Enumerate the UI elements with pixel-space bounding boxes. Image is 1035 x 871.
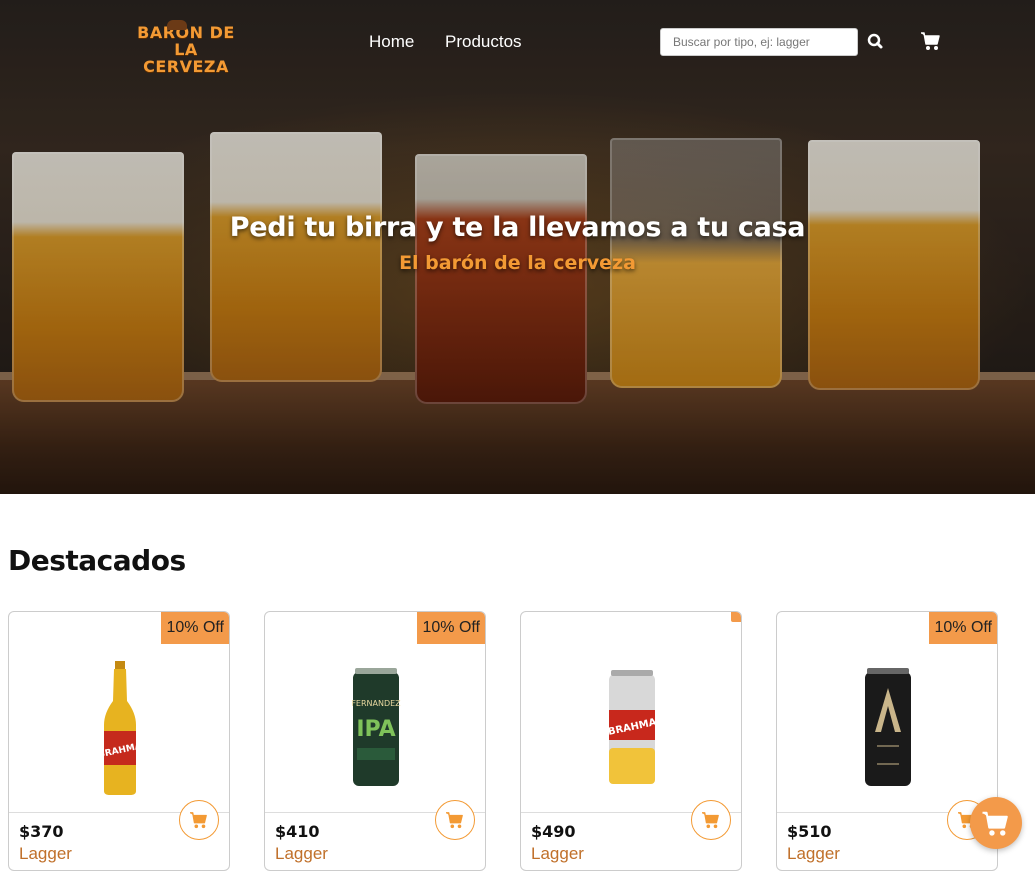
- brand-line-2: CERVEZA: [143, 57, 229, 76]
- add-to-cart-button[interactable]: [179, 800, 219, 840]
- product-image-brahma-bottle[interactable]: BRAHMA: [9, 648, 229, 808]
- shopping-cart-icon: [982, 811, 1008, 836]
- svg-text:FERNANDEZ: FERNANDEZ: [351, 699, 401, 708]
- add-to-cart-button[interactable]: [435, 800, 475, 840]
- product-type: Lagger: [531, 844, 584, 863]
- product-price: $370: [19, 822, 64, 841]
- search-icon[interactable]: [866, 32, 886, 52]
- hero-banner: BARÓN DE LA CERVEZA Home Productos Pedi …: [0, 0, 1035, 494]
- product-price: $410: [275, 822, 320, 841]
- add-to-cart-icon: [702, 812, 719, 829]
- product-price: $490: [531, 822, 576, 841]
- product-price: $510: [787, 822, 832, 841]
- discount-badge: [731, 612, 741, 622]
- product-card[interactable]: 10% Off FERNANDEZ IPA $410 Lagger: [264, 611, 486, 871]
- product-card[interactable]: 10% Off BRAHMA $370 Lagger: [8, 611, 230, 871]
- product-image-patagonia-ipa-can[interactable]: FERNANDEZ IPA: [265, 648, 485, 808]
- hat-icon: [167, 20, 187, 30]
- shopping-cart-icon[interactable]: [920, 31, 942, 51]
- add-to-cart-icon: [190, 812, 207, 829]
- svg-text:IPA: IPA: [356, 717, 395, 742]
- product-type: Lagger: [19, 844, 72, 863]
- product-image-andes-negra-can[interactable]: [777, 648, 997, 808]
- product-image-brahma-chopp-can[interactable]: BRAHMA: [521, 648, 741, 808]
- nav-home-link[interactable]: Home: [369, 32, 414, 52]
- product-type: Lagger: [787, 844, 840, 863]
- hero-subtitle: El barón de la cerveza: [399, 252, 636, 274]
- navbar: BARÓN DE LA CERVEZA Home Productos: [0, 0, 1035, 84]
- search-input[interactable]: [660, 28, 858, 56]
- discount-badge: 10% Off: [161, 612, 229, 644]
- hero-title: Pedi tu birra y te la llevamos a tu casa: [229, 212, 806, 243]
- brand-logo[interactable]: BARÓN DE LA CERVEZA: [124, 20, 248, 75]
- add-to-cart-icon: [446, 812, 463, 829]
- product-type: Lagger: [275, 844, 328, 863]
- discount-badge: 10% Off: [417, 612, 485, 644]
- add-to-cart-button[interactable]: [691, 800, 731, 840]
- product-card[interactable]: 10% Off $510 Lagger: [776, 611, 998, 871]
- section-title-featured: Destacados: [8, 544, 186, 577]
- discount-badge: 10% Off: [929, 612, 997, 644]
- floating-cart-button[interactable]: [970, 797, 1022, 849]
- nav-products-link[interactable]: Productos: [445, 32, 522, 52]
- product-card[interactable]: BRAHMA $490 Lagger: [520, 611, 742, 871]
